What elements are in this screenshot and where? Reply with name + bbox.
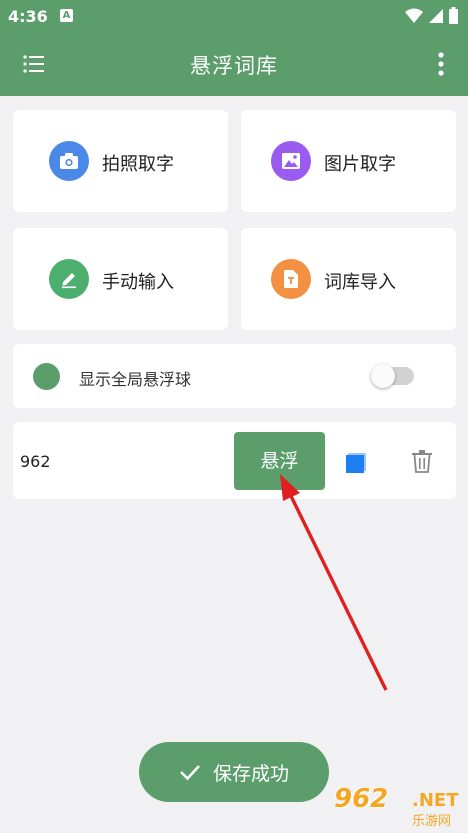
save-success-toast: 保存成功 (139, 742, 329, 802)
watermark-brand: 962 (334, 784, 389, 814)
watermark-domain: .NET (412, 790, 459, 811)
watermark-logo: 962 .NET 乐游网 (334, 784, 464, 830)
check-icon (180, 765, 200, 781)
watermark-site: 乐游网 (412, 814, 452, 829)
annotation-arrow (280, 474, 388, 691)
toast-text: 保存成功 (212, 762, 289, 785)
